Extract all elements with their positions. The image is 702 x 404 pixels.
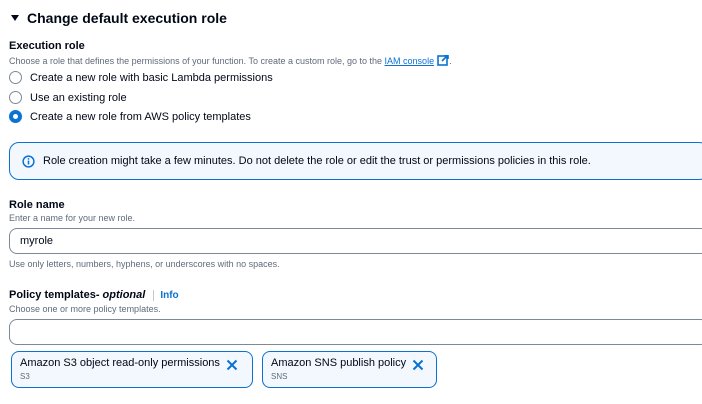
external-link-icon[interactable] — [437, 55, 449, 66]
execution-role-label: Execution role — [9, 40, 85, 52]
role-name-label: Role name — [9, 199, 65, 211]
policy-templates-label-text: Policy templates — [9, 289, 96, 301]
expand-section-toggle[interactable]: Change default execution role — [9, 10, 227, 26]
role-name-input[interactable] — [9, 228, 702, 254]
role-name-description: Enter a name for your new role. — [9, 213, 136, 223]
execution-role-description-suffix: . — [449, 56, 452, 66]
token-subtitle: S3 — [20, 372, 30, 381]
policy-templates-description: Choose one or more policy templates. — [9, 304, 161, 314]
info-alert: Role creation might take a few minutes. … — [9, 142, 702, 180]
policy-templates-select[interactable] — [9, 319, 702, 345]
token-subtitle: SNS — [271, 372, 288, 381]
remove-token-close-icon[interactable] — [412, 359, 424, 371]
execution-role-description-text: Choose a role that defines the permissio… — [9, 56, 385, 66]
token-title: Amazon SNS publish policy — [271, 357, 407, 369]
policy-token-s3: Amazon S3 object read-only permissions S… — [11, 351, 253, 388]
policy-templates-optional: - optional — [95, 289, 146, 301]
token-text: Amazon S3 object read-only permissions S… — [20, 357, 220, 381]
section-title: Change default execution role — [27, 10, 227, 26]
radio-button[interactable] — [9, 91, 22, 104]
caret-down-icon — [11, 15, 19, 21]
radio-label: Create a new role from AWS policy templa… — [30, 110, 251, 123]
radio-label: Use an existing role — [30, 91, 127, 104]
radio-label: Create a new role with basic Lambda perm… — [30, 71, 273, 84]
info-alert-text: Role creation might take a few minutes. … — [43, 155, 591, 167]
iam-console-link[interactable]: IAM console — [385, 56, 435, 66]
policy-templates-label: Policy templates - optional Info — [9, 289, 179, 301]
info-link[interactable]: Info — [153, 289, 179, 301]
radio-button-selected[interactable] — [9, 110, 22, 123]
info-icon — [22, 154, 35, 168]
radio-option-basic-lambda[interactable]: Create a new role with basic Lambda perm… — [9, 71, 273, 84]
policy-token-sns: Amazon SNS publish policy SNS — [262, 351, 437, 388]
remove-token-close-icon[interactable] — [226, 359, 238, 371]
radio-button[interactable] — [9, 71, 22, 84]
token-text: Amazon SNS publish policy SNS — [271, 357, 406, 381]
execution-role-description: Choose a role that defines the permissio… — [9, 55, 452, 66]
role-name-constraint: Use only letters, numbers, hyphens, or u… — [9, 259, 280, 269]
radio-option-existing-role[interactable]: Use an existing role — [9, 91, 127, 104]
radio-option-policy-templates[interactable]: Create a new role from AWS policy templa… — [9, 110, 251, 123]
token-title: Amazon S3 object read-only permissions — [20, 357, 220, 369]
